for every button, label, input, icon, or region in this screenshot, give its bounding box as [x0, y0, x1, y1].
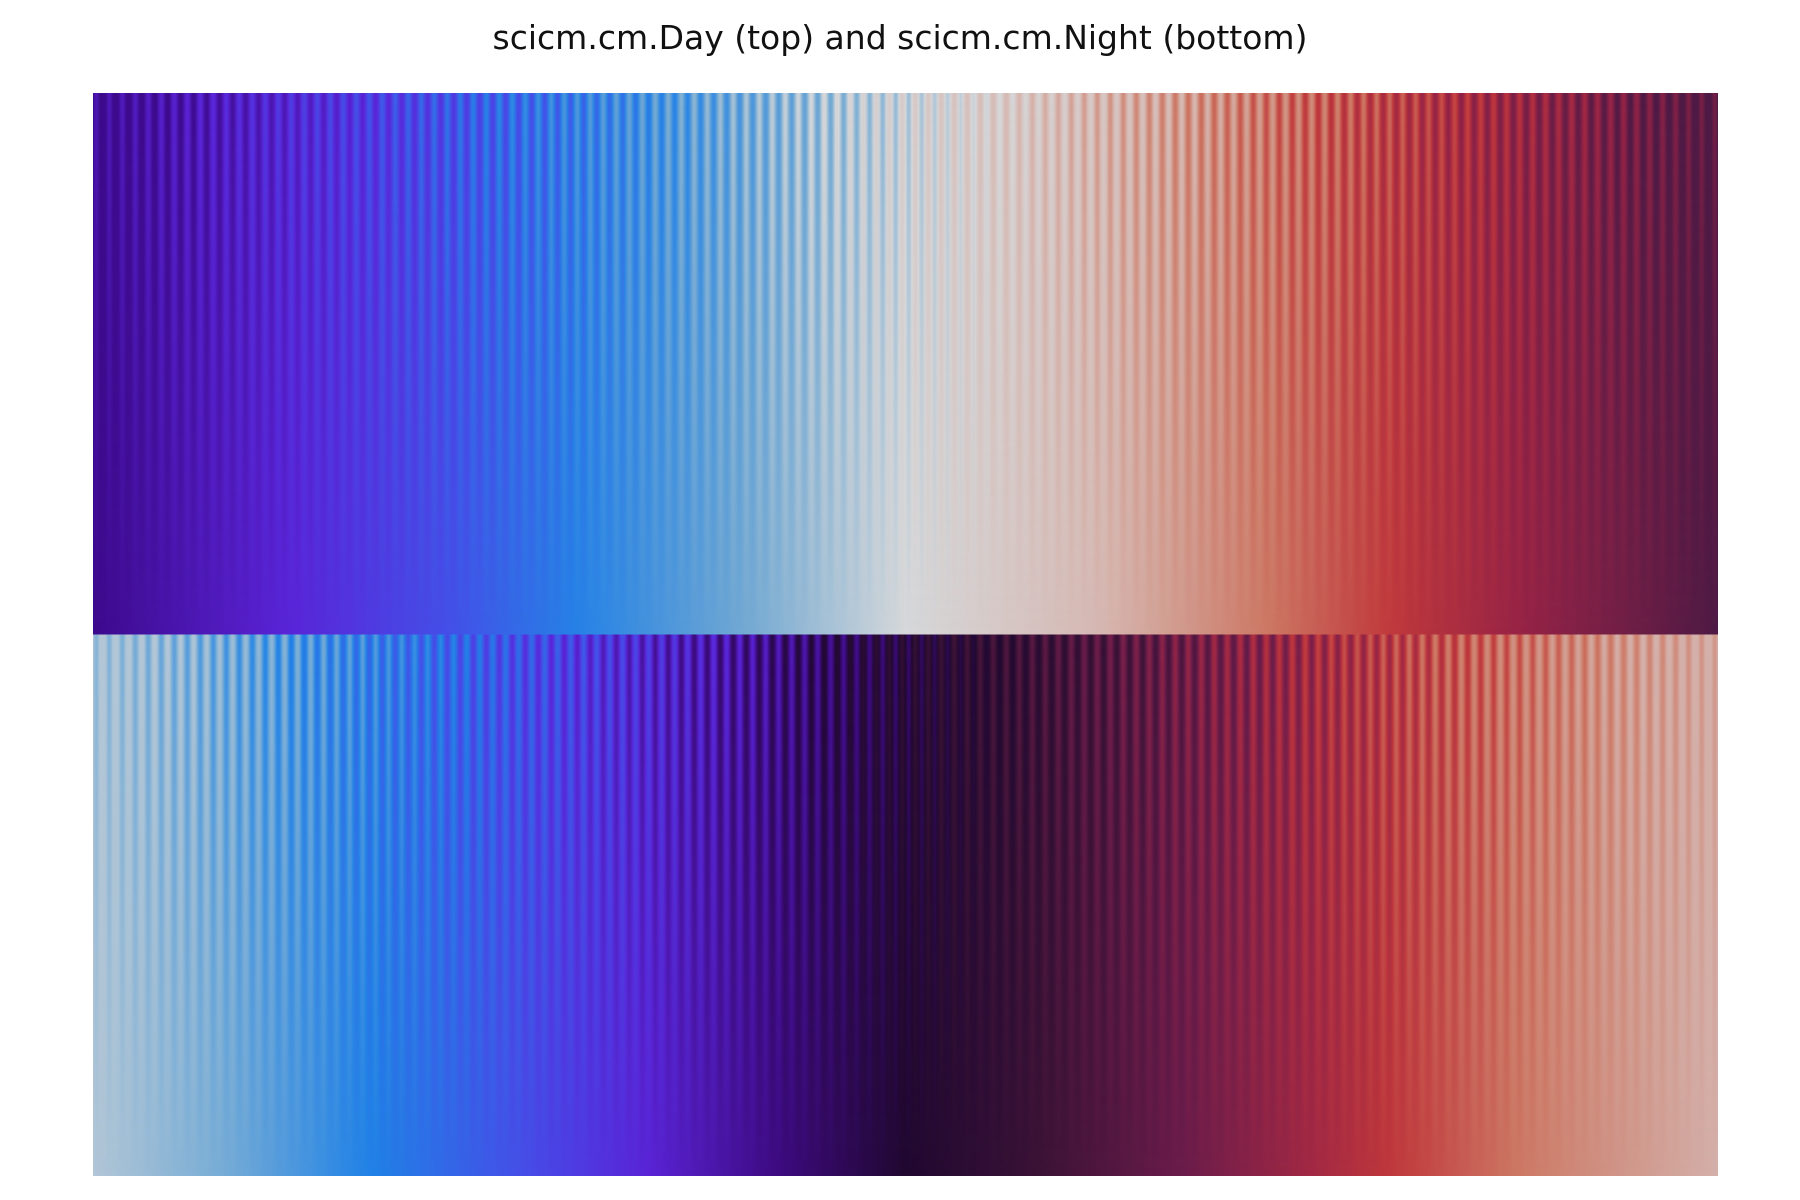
plot-area [93, 93, 1718, 1176]
stripe-pattern [93, 634, 1718, 1176]
stripe-pattern [93, 93, 1718, 635]
panel-scicm-cm-night [93, 634, 1718, 1176]
panel-scicm-cm-day [93, 93, 1718, 635]
figure: scicm.cm.Day (top) and scicm.cm.Night (b… [0, 0, 1800, 1200]
chart-title: scicm.cm.Day (top) and scicm.cm.Night (b… [492, 18, 1308, 57]
